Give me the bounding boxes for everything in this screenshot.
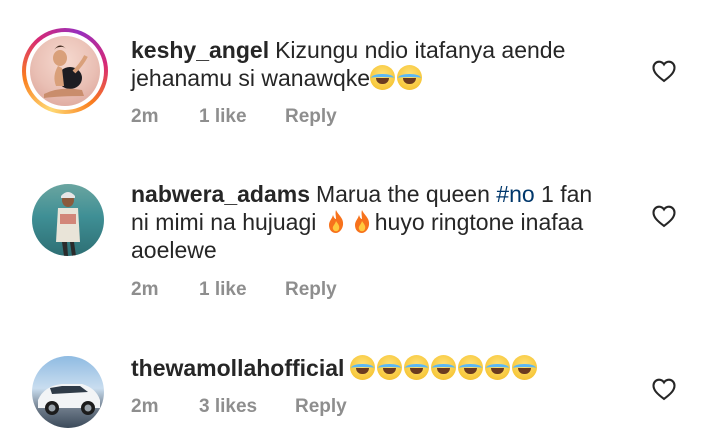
heart-outline-icon[interactable]: [650, 375, 678, 403]
avatar-photo-icon: [56, 192, 80, 256]
heart-outline-icon[interactable]: [650, 57, 678, 85]
laugh-emoji-icon: [458, 355, 484, 380]
avatar[interactable]: [32, 184, 104, 256]
avatar[interactable]: [22, 28, 108, 114]
comment-time: 2m: [131, 279, 159, 300]
avatar-photo-icon: [44, 45, 88, 98]
laugh-emoji-icon: [350, 355, 376, 380]
reply-button[interactable]: Reply: [295, 396, 347, 418]
like-count[interactable]: 1 like: [199, 279, 247, 301]
laugh-emoji-icon: [370, 65, 396, 90]
comment-username[interactable]: keshy_angel: [131, 37, 269, 63]
laugh-emoji-icon: [485, 355, 511, 380]
heart-outline-icon[interactable]: [650, 202, 678, 230]
avatar[interactable]: [32, 356, 104, 428]
fire-emoji-icon: [328, 210, 343, 233]
laugh-emoji-icon: [377, 355, 403, 380]
laugh-emoji-icon: [404, 355, 430, 380]
comment-username[interactable]: nabwera_adams: [131, 181, 310, 207]
laugh-emoji-icon: [431, 355, 457, 380]
avatar-image: [32, 184, 104, 256]
laugh-emoji-icon: [512, 355, 538, 380]
comment-body: Marua the queen: [315, 181, 497, 207]
hashtag-link[interactable]: #no: [496, 181, 534, 207]
reply-button[interactable]: Reply: [285, 279, 337, 301]
comment-time: 2m: [131, 106, 159, 127]
avatar-photo-icon: [38, 384, 100, 415]
laugh-emoji-icon: [397, 65, 423, 90]
comment-time: 2m: [131, 396, 159, 417]
avatar-image: [32, 356, 104, 428]
story-ring: [26, 32, 104, 110]
fire-emoji-icon: [354, 210, 369, 233]
comment-text: keshy_angel Kizungu ndio itafanya aende j…: [131, 36, 611, 92]
comment-text: thewamollahofficial: [131, 354, 611, 382]
like-count[interactable]: 3 likes: [199, 396, 257, 418]
avatar-image: [30, 36, 100, 106]
reply-button[interactable]: Reply: [285, 106, 337, 128]
like-count[interactable]: 1 like: [199, 106, 247, 128]
comment-text: nabwera_adams Marua the queen #no 1 fan n…: [131, 180, 611, 264]
comment-username[interactable]: thewamollahofficial: [131, 355, 344, 381]
